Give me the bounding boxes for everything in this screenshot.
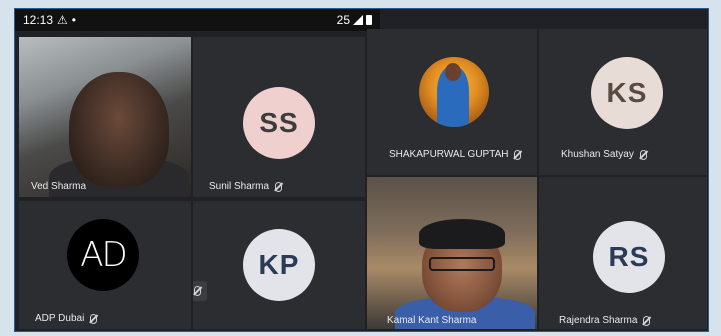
participant-photo-avatar: [419, 57, 489, 127]
participant-tile-avatar[interactable]: RS Rajendra Sharma: [539, 177, 707, 329]
mic-off-icon: [639, 149, 647, 160]
participant-avatar: KP: [243, 229, 315, 301]
participant-video-glasses: [429, 257, 495, 271]
participant-video-hair: [419, 219, 505, 249]
mic-off-icon: [90, 313, 98, 324]
dot-icon: •: [71, 13, 76, 27]
participant-video-face: [69, 72, 169, 187]
participant-tile-video[interactable]: Kamal Kant Sharma: [367, 177, 537, 329]
participant-name: Khushan Satyay: [561, 149, 647, 160]
participant-tile-avatar[interactable]: KP: [193, 201, 365, 329]
mic-off-icon: [275, 181, 283, 192]
notification-icon: ⚠: [57, 13, 68, 27]
participant-name: Sunil Sharma: [209, 181, 283, 192]
participant-tile-photo[interactable]: SHAKAPURWAL GUPTAH: [367, 29, 537, 175]
participant-avatar: KS: [591, 57, 663, 129]
participant-name: ADP Dubai: [35, 313, 98, 324]
participant-name: Rajendra Sharma: [559, 315, 651, 326]
participant-avatar: SS: [243, 87, 315, 159]
mic-off-icon: [193, 286, 201, 296]
pin-button[interactable]: [193, 281, 207, 301]
participant-tile-logo[interactable]: AD ADP Dubai: [19, 201, 191, 329]
participant-name: SHAKAPURWAL GUPTAH: [389, 149, 522, 160]
participant-avatar: RS: [593, 221, 665, 293]
status-bar: 12:13 ⚠ • 25: [15, 9, 380, 31]
mic-off-icon: [514, 149, 522, 160]
participant-tile-avatar[interactable]: KS Khushan Satyay: [539, 29, 707, 175]
participant-logo: AD: [67, 219, 139, 291]
status-time: 12:13: [23, 13, 54, 27]
meeting-window: 12:13 ⚠ • 25 Ved Sharma SS Sunil Sharma …: [14, 8, 709, 332]
network-label: 25: [336, 13, 350, 27]
participant-name: Ved Sharma: [31, 181, 87, 192]
signal-icon: [353, 15, 363, 25]
participant-tile-avatar[interactable]: SS Sunil Sharma: [193, 37, 365, 197]
participant-name: Kamal Kant Sharma: [387, 315, 477, 326]
mic-off-icon: [643, 315, 651, 326]
battery-icon: [366, 15, 372, 25]
photo-head: [445, 63, 461, 81]
participant-tile-video[interactable]: Ved Sharma: [19, 37, 191, 197]
